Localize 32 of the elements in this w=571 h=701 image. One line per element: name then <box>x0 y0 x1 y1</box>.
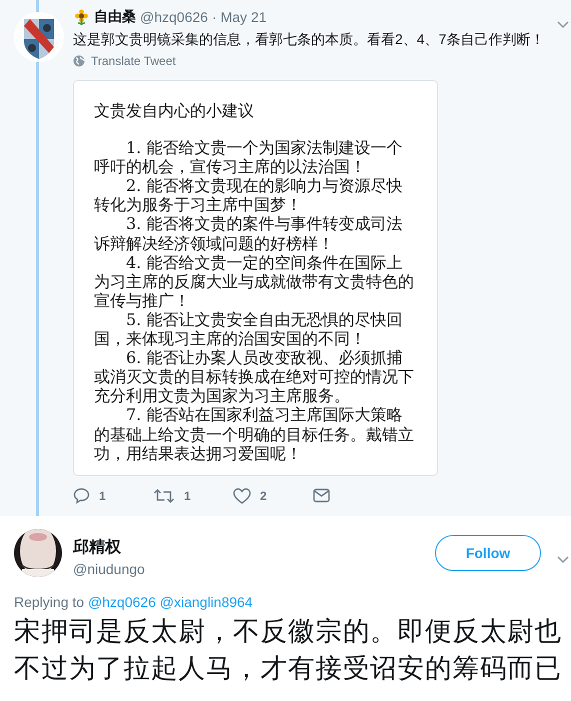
chevron-down-icon[interactable] <box>557 556 569 564</box>
card-item: 1. 能否给文贵一个为国家法制建设一个呼吁的机会，宣传习主席的以法治国！ <box>94 138 404 176</box>
author-handle[interactable]: @niudungo <box>73 560 435 577</box>
heart-icon[interactable] <box>233 488 251 504</box>
card-item: 3. 能否将文贵的案件与事件转变成司法诉辩解决经济领域问题的好榜样！ <box>94 214 404 253</box>
translate-link[interactable]: Translate Tweet <box>91 54 176 68</box>
reply-text: 宋押司是反太尉，不反徽宗的。即便反太尉也不过为了拉起人马，才有接受诏安的筹码而已 <box>14 614 563 685</box>
mention-link[interactable]: @hzq0626 <box>88 594 156 610</box>
replying-to: Replying to @hzq0626 @xianglin8964 <box>14 594 254 610</box>
author-name[interactable]: 邱精权 <box>73 536 435 558</box>
retweet-icon[interactable] <box>153 488 175 504</box>
tweet-date[interactable]: May 21 <box>220 9 267 25</box>
reply-icon[interactable] <box>73 487 90 504</box>
action-count: 1 <box>184 488 191 503</box>
globe-icon <box>73 55 85 67</box>
card-item: 2. 能否将文贵现在的影响力与资源尽快转化为服务于习主席中国梦！ <box>94 176 404 214</box>
sunflower-icon <box>73 8 90 26</box>
mention-link[interactable]: @xianglin8964 <box>160 594 253 610</box>
card-item: 4. 能否给文贵一定的空间条件在国际上为习主席的反腐大业与成就做带有文贵特色的宣传与推广！ <box>94 252 415 310</box>
author-name[interactable]: 自由桑 <box>94 8 136 26</box>
card-title: 文贵发自内心的小建议 <box>94 101 255 120</box>
follow-button[interactable]: Follow <box>435 534 541 571</box>
action-count: 1 <box>99 488 106 503</box>
chevron-down-icon[interactable] <box>557 21 569 29</box>
card-item: 7. 能否站在国家利益习主席国际大策略的基础上给文贵一个明确的目标任务。戴错立功，用结果表达拥习爱国呢！ <box>94 405 415 463</box>
card-item: 5. 能否让文贵安全自由无恐惧的尽快回国，来体现习主席的治国安国的不同！ <box>94 310 404 348</box>
separator-dot: · <box>212 9 217 25</box>
envelope-icon[interactable] <box>313 488 330 504</box>
author-handle[interactable]: @hzq0626 <box>140 9 208 25</box>
tweet-text: 这是郭文贵明镜采集的信息，看郭七条的本质。看看2、4、7条自己作判断！ <box>73 30 546 49</box>
action-count: 2 <box>260 488 267 503</box>
card-item: 6. 能否让办案人员改变敌视、必须抓捕或消灭文贵的目标转换成在绝对可控的情况下充分利用文贵为国家为习主席服务。 <box>94 348 415 406</box>
